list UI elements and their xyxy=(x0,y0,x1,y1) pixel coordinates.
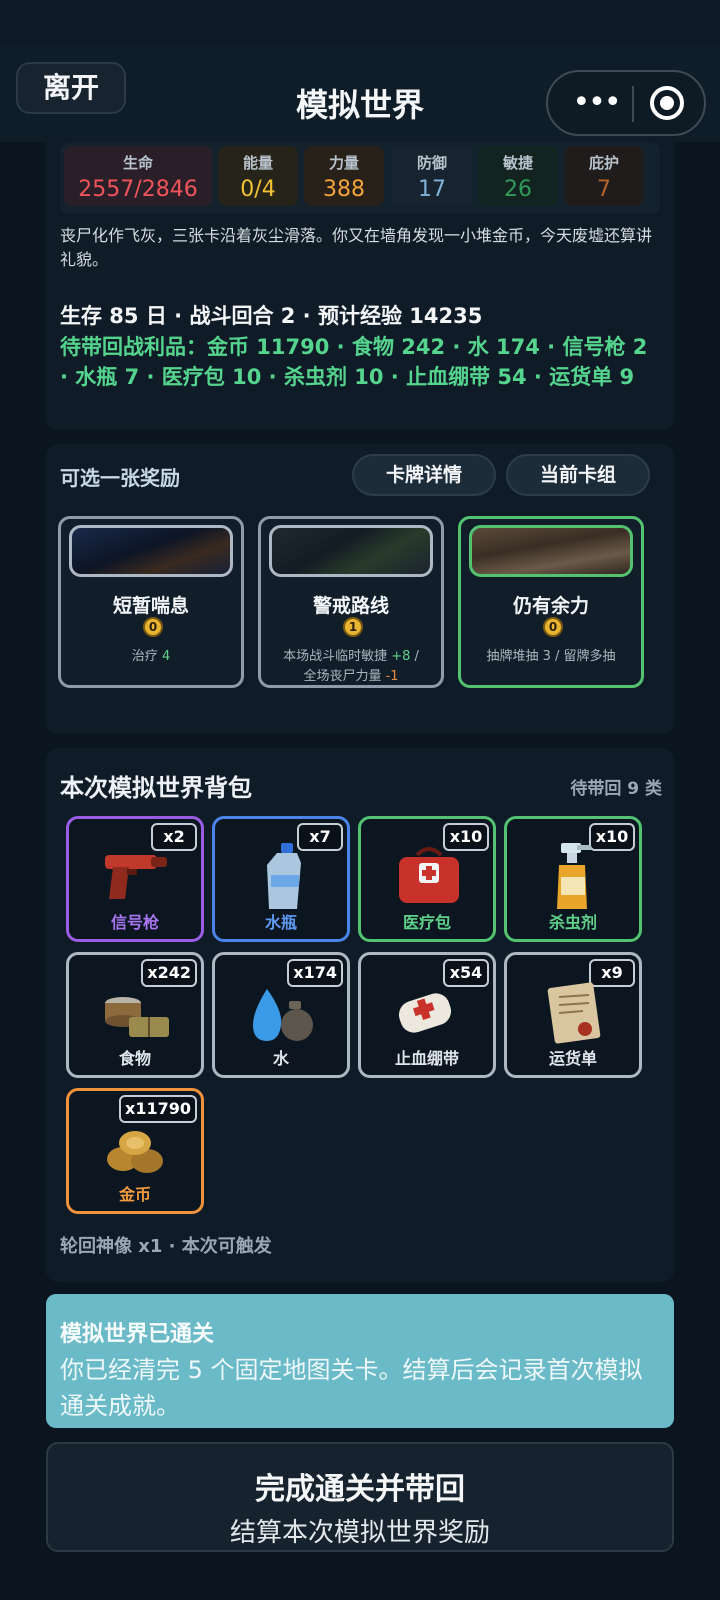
gold-coins-icon xyxy=(107,1131,163,1173)
card-name: 警戒路线 xyxy=(312,595,389,617)
current-deck-button[interactable]: 当前卡组 xyxy=(506,454,650,496)
card-desc-text: 本场战斗临时敏捷 xyxy=(283,649,388,664)
item-name: 金币 xyxy=(118,1185,151,1204)
finish-and-bring-back-button[interactable]: 完成通关并带回 结算本次模拟世界奖励 xyxy=(46,1442,674,1552)
bandage-icon xyxy=(398,993,452,1033)
stat-label: 庇护 xyxy=(588,154,619,172)
stat-value: 7 xyxy=(597,177,611,202)
stat-value: 2557/2846 xyxy=(78,177,198,202)
card-name: 仍有余力 xyxy=(512,595,589,617)
reward-panel: 可选一张奖励 卡牌详情 当前卡组 短暂喘息 0 治疗 4 警戒路线 1 本场战斗… xyxy=(46,444,674,734)
close-target-icon[interactable] xyxy=(650,86,684,120)
card-art xyxy=(469,525,633,577)
backpack-footer: 轮回神像 x1 · 本次可触发 xyxy=(60,1236,272,1257)
reward-card-selected[interactable]: 仍有余力 0 抽牌堆抽 3 / 留牌多抽 xyxy=(458,516,644,688)
card-desc-value: +8 xyxy=(391,649,411,664)
backpack-item[interactable]: x2 信号枪 xyxy=(66,816,204,942)
card-desc: 抽牌堆抽 3 / 留牌多抽 xyxy=(486,649,616,664)
card-details-button[interactable]: 卡牌详情 xyxy=(352,454,496,496)
card-desc-separator: / xyxy=(414,649,419,664)
backpack-item[interactable]: x174 水 xyxy=(212,952,350,1078)
capsule-divider xyxy=(632,86,634,122)
clear-notice-title: 模拟世界已通关 xyxy=(60,1322,215,1347)
backpack-item[interactable]: x11790 金币 xyxy=(66,1088,204,1214)
card-desc-value: -1 xyxy=(385,669,399,684)
stat-hp: 生命 2557/2846 xyxy=(64,146,212,206)
card-desc-value: 4 xyxy=(161,649,171,664)
flare-gun-icon xyxy=(105,855,167,899)
backpack-item[interactable]: x9 运货单 xyxy=(504,952,642,1078)
item-name: 医疗包 xyxy=(402,913,451,932)
card-cost: 0 xyxy=(143,617,163,637)
food-icon xyxy=(105,997,169,1037)
stat-value: 26 xyxy=(504,177,532,202)
card-desc-text: 治疗 xyxy=(131,649,158,664)
backpack-title: 本次模拟世界背包 xyxy=(60,774,252,802)
item-name: 止血绷带 xyxy=(394,1049,459,1068)
card-name: 短暂喘息 xyxy=(112,595,189,617)
item-name: 水瓶 xyxy=(264,913,297,932)
card-art xyxy=(269,525,433,577)
waybill-icon xyxy=(547,982,601,1044)
water-bottle-icon xyxy=(267,843,301,909)
reward-card[interactable]: 警戒路线 1 本场战斗临时敏捷 +8 / 全场丧尸力量 -1 xyxy=(258,516,444,688)
backpack-item[interactable]: x7 水瓶 xyxy=(212,816,350,942)
stat-value: 388 xyxy=(323,177,365,202)
item-name: 水 xyxy=(272,1049,289,1068)
backpack-item[interactable]: x10 医疗包 xyxy=(358,816,496,942)
stat-strength: 力量 388 xyxy=(304,146,384,206)
clear-notice-text: 你已经清完 5 个固定地图关卡。结算后会记录首次模拟通关成就。 xyxy=(60,1356,643,1420)
loot-summary: 待带回战利品：金币 11790 · 食物 242 · 水 174 · 信号枪 2… xyxy=(60,335,648,389)
item-name: 信号枪 xyxy=(110,913,159,932)
run-summary: 生存 85 日 · 战斗回合 2 · 预计经验 14235 xyxy=(60,304,483,328)
more-icon[interactable]: ••• xyxy=(566,88,626,118)
status-bar xyxy=(0,0,720,46)
stat-shelter: 庇护 7 xyxy=(564,146,644,206)
card-cost: 0 xyxy=(543,617,563,637)
backpack-panel: 本次模拟世界背包 待带回 9 类 x2 信号枪 x7 水瓶 x10 医疗包 x1… xyxy=(46,748,674,1282)
backpack-item[interactable]: x54 止血绷带 xyxy=(358,952,496,1078)
card-desc: 本场战斗临时敏捷 +8 / 全场丧尸力量 -1 xyxy=(267,647,435,687)
stat-label: 力量 xyxy=(328,154,359,172)
insecticide-icon xyxy=(557,843,591,909)
finish-button-subtitle: 结算本次模拟世界奖励 xyxy=(229,1518,490,1548)
card-desc: 治疗 4 xyxy=(67,647,235,667)
item-name: 食物 xyxy=(118,1049,151,1068)
stat-value: 0/4 xyxy=(240,177,276,202)
backpack-count: 待带回 9 类 xyxy=(570,779,662,799)
stat-energy: 能量 0/4 xyxy=(218,146,298,206)
finish-button-title: 完成通关并带回 xyxy=(255,1472,465,1507)
stat-value: 17 xyxy=(418,177,446,202)
backpack-item[interactable]: x242 食物 xyxy=(66,952,204,1078)
stat-label: 防御 xyxy=(416,154,447,172)
stat-label: 敏捷 xyxy=(502,154,533,172)
card-cost: 1 xyxy=(343,617,363,637)
clear-notice: 模拟世界已通关 你已经清完 5 个固定地图关卡。结算后会记录首次模拟通关成就。 xyxy=(46,1294,674,1428)
item-name: 杀虫剂 xyxy=(548,913,597,932)
stat-agility: 敏捷 26 xyxy=(478,146,558,206)
item-name: 运货单 xyxy=(548,1049,597,1068)
stat-label: 生命 xyxy=(122,154,153,172)
reward-title: 可选一张奖励 xyxy=(60,466,180,490)
stats-row: 生命 2557/2846 能量 0/4 力量 388 防御 17 敏捷 26 庇… xyxy=(60,142,660,214)
medkit-icon xyxy=(399,847,459,903)
backpack-item[interactable]: x10 杀虫剂 xyxy=(504,816,642,942)
water-icon xyxy=(253,989,313,1041)
card-desc-text: 全场丧尸力量 xyxy=(303,669,382,684)
narrative-text: 丧尸化作飞灰，三张卡沿着灰尘滑落。你又在墙角发现一小堆金币，今天废墟还算讲礼貌。 xyxy=(60,226,653,269)
reward-card[interactable]: 短暂喘息 0 治疗 4 xyxy=(58,516,244,688)
mini-program-capsule: ••• xyxy=(546,70,706,136)
stat-defense: 防御 17 xyxy=(392,146,472,206)
stat-label: 能量 xyxy=(242,154,273,172)
card-art xyxy=(69,525,233,577)
